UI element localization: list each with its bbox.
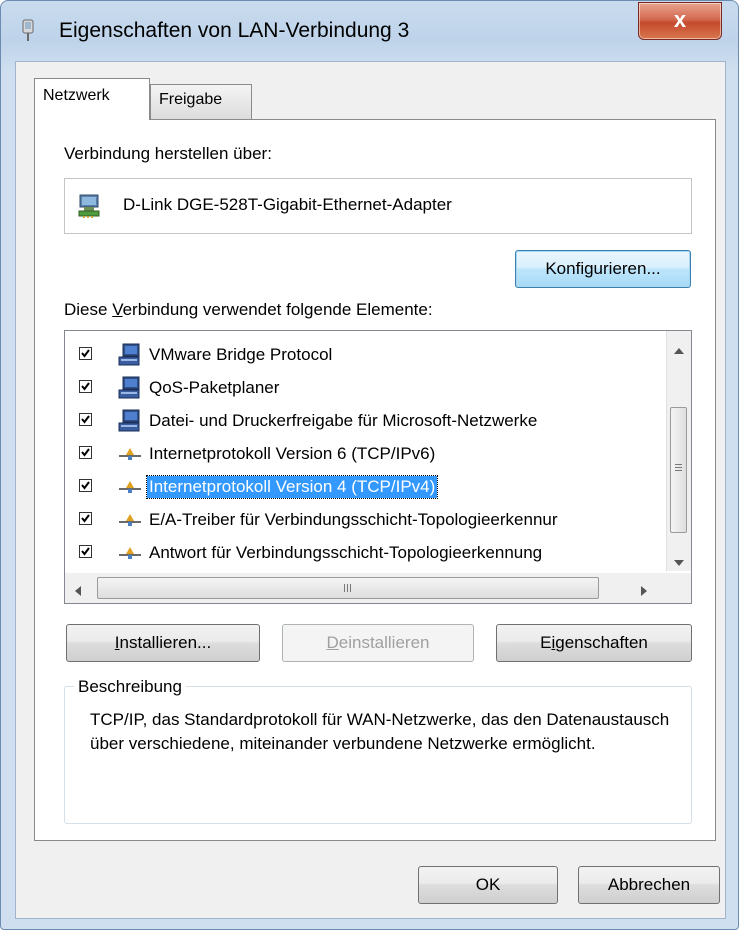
list-item[interactable]: Antwort für Verbindungsschicht-Topologie… <box>65 537 659 569</box>
checkbox[interactable] <box>79 446 92 459</box>
list-item[interactable]: Internetprotokoll Version 4 (TCP/IPv4) <box>65 471 659 503</box>
list-item[interactable]: QoS-Paketplaner <box>65 372 659 404</box>
protocol-icon <box>117 475 143 499</box>
scroll-down-arrow-icon[interactable] <box>674 553 684 571</box>
horizontal-scrollbar[interactable] <box>65 573 669 603</box>
network-adapter-icon <box>77 193 101 224</box>
checkbox[interactable] <box>79 380 92 393</box>
list-item-label: Antwort für Verbindungsschicht-Topologie… <box>149 543 543 562</box>
tab-freigabe[interactable]: Freigabe <box>150 84 252 120</box>
list-item[interactable]: VMware Bridge Protocol <box>65 339 659 371</box>
scroll-right-arrow-icon[interactable] <box>641 583 647 601</box>
elements-label: Diese Verbindung verwendet folgende Elem… <box>64 300 433 319</box>
vertical-scrollbar[interactable] <box>666 331 691 571</box>
protocol-icon <box>117 508 143 532</box>
vertical-scroll-thumb[interactable] <box>670 407 687 533</box>
scroll-left-arrow-icon[interactable] <box>75 583 81 601</box>
horizontal-scroll-thumb[interactable] <box>97 577 599 599</box>
network-client-icon <box>117 409 143 433</box>
configure-button[interactable]: Konfigurieren... <box>515 250 691 288</box>
list-item-label: VMware Bridge Protocol <box>149 345 333 364</box>
elements-listbox[interactable]: VMware Bridge Protocol QoS-Paketplaner Dat… <box>64 330 692 604</box>
window-title: Eigenschaften von LAN-Verbindung 3 <box>59 19 410 42</box>
list-item-label: Datei- und Druckerfreigabe für Microsoft… <box>149 411 538 430</box>
checkbox[interactable] <box>79 512 92 525</box>
list-item-label: Internetprotokoll Version 4 (TCP/IPv4) <box>145 475 439 499</box>
network-connection-icon <box>19 19 37 43</box>
description-text: TCP/IP, das Standardprotokoll für WAN-Ne… <box>90 710 670 753</box>
list-item-label: Internetprotokoll Version 6 (TCP/IPv6) <box>149 444 436 463</box>
description-legend: Beschreibung <box>74 677 186 697</box>
adapter-box: D-Link DGE-528T-Gigabit-Ethernet-Adapter <box>64 178 692 234</box>
list-item[interactable]: E/A-Treiber für Verbindungsschicht-Topol… <box>65 504 659 536</box>
list-item[interactable]: Datei- und Druckerfreigabe für Microsoft… <box>65 405 659 437</box>
close-button[interactable]: x <box>638 2 722 40</box>
list-item-label: QoS-Paketplaner <box>149 378 280 397</box>
ok-button[interactable]: OK <box>418 866 558 904</box>
scrollbar-corner <box>667 573 691 603</box>
network-client-icon <box>117 376 143 400</box>
scroll-up-arrow-icon[interactable] <box>674 341 684 359</box>
connect-via-label: Verbindung herstellen über: <box>64 144 272 163</box>
adapter-name: D-Link DGE-528T-Gigabit-Ethernet-Adapter <box>123 195 452 214</box>
list-item[interactable]: Internetprotokoll Version 6 (TCP/IPv6) <box>65 438 659 470</box>
list-item-label: E/A-Treiber für Verbindungsschicht-Topol… <box>149 510 558 529</box>
protocol-icon <box>117 541 143 565</box>
uninstall-button[interactable]: Deinstallieren <box>282 624 474 662</box>
install-button[interactable]: Installieren... <box>66 624 260 662</box>
title-bar[interactable]: Eigenschaften von LAN-Verbindung 3 x <box>1 1 738 61</box>
cancel-button[interactable]: Abbrechen <box>578 866 720 904</box>
checkbox[interactable] <box>79 347 92 360</box>
close-icon: x <box>673 7 687 32</box>
checkbox[interactable] <box>79 413 92 426</box>
properties-button[interactable]: Eigenschaften <box>496 624 692 662</box>
protocol-icon <box>117 442 143 466</box>
checkbox[interactable] <box>79 479 92 492</box>
network-client-icon <box>117 343 143 367</box>
checkbox[interactable] <box>79 545 92 558</box>
tab-netzwerk[interactable]: Netzwerk <box>34 78 150 120</box>
